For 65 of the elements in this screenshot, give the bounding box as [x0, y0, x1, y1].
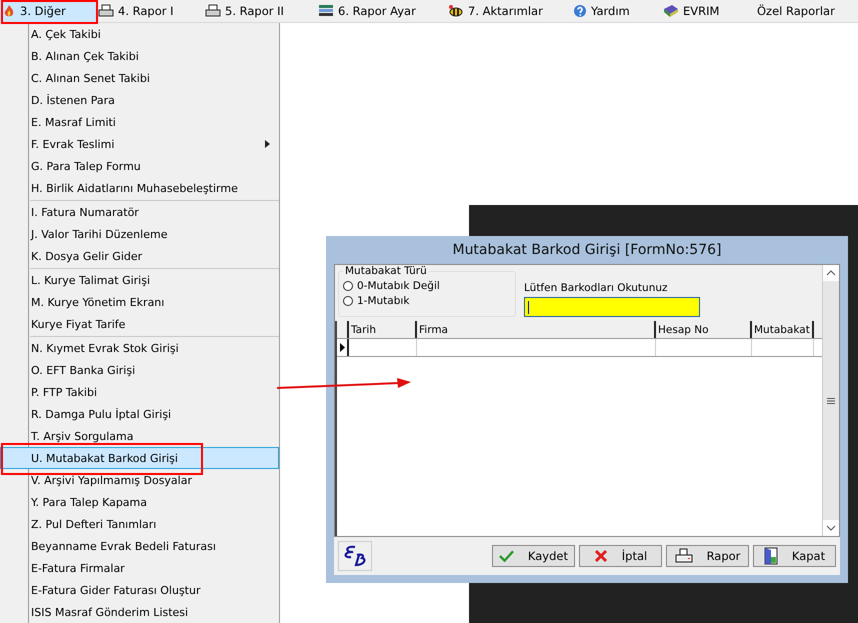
column-header[interactable]: Firma — [417, 321, 656, 338]
dialog-button[interactable]: Kapat — [753, 545, 836, 567]
flame-icon — [2, 4, 16, 18]
menu-item[interactable]: K. Dosya Gelir Gider — [28, 245, 279, 267]
grip-icon — [827, 398, 835, 404]
scrollbar[interactable] — [822, 265, 839, 536]
menu-item[interactable]: E-Fatura Firmalar — [28, 557, 279, 579]
menu-item[interactable]: P. FTP Takibi — [28, 381, 279, 403]
scroll-up-icon[interactable] — [823, 265, 839, 281]
dialog-button[interactable]: İptal — [579, 545, 662, 567]
menu-item[interactable]: EVRIM — [661, 0, 755, 22]
menu-item[interactable]: U. Mutabakat Barkod Girişi — [0, 447, 279, 469]
menu-item[interactable]: H. Birlik Aidatlarını Muhasebeleştirme — [28, 177, 279, 199]
scroll-down-icon[interactable] — [823, 520, 839, 536]
menu-item[interactable]: Y. Para Talep Kapama — [28, 491, 279, 513]
dialog-button[interactable]: Rapor — [666, 545, 749, 567]
checkmark-icon — [499, 550, 514, 562]
bee-icon — [448, 4, 464, 18]
row-pointer-icon — [340, 343, 344, 352]
logo-icon — [338, 541, 372, 571]
menu-item[interactable]: N. Kıymet Evrak Stok Girişi — [28, 337, 279, 359]
radio-button[interactable]: 1-Mutabık — [343, 295, 511, 307]
column-header[interactable]: Mutabakat — [752, 321, 814, 338]
menu-item[interactable]: Kurye Fiyat Tarife — [28, 313, 279, 335]
menu-item[interactable]: Yardım — [571, 0, 661, 22]
door-icon — [764, 547, 778, 565]
menu-item[interactable]: G. Para Talep Formu — [28, 155, 279, 177]
field-label: Lütfen Barkodları Okutunuz — [524, 282, 669, 294]
menu-item[interactable]: 6. Rapor Ayar — [316, 0, 446, 22]
menu-item[interactable]: 5. Rapor II — [203, 0, 316, 22]
menu-item[interactable]: B. Alınan Çek Takibi — [28, 45, 279, 67]
book-icon — [663, 4, 679, 18]
printer-icon — [674, 548, 693, 564]
dialog-button[interactable]: Kaydet — [492, 545, 575, 567]
menu-item[interactable]: M. Kurye Yönetim Ekranı — [28, 291, 279, 313]
group-title: Mutabakat Türü — [343, 265, 429, 277]
menu-item[interactable]: 4. Rapor I — [96, 0, 203, 22]
menu-item[interactable]: T. Arşiv Sorgulama — [28, 425, 279, 447]
column-header[interactable]: Hesap No — [656, 321, 752, 338]
menu-item[interactable]: R. Damga Pulu İptal Girişi — [28, 403, 279, 425]
menu-item[interactable]: ISIS Masraf Gönderim Listesi — [28, 601, 279, 623]
stack-icon — [318, 4, 334, 18]
window-title: Mutabakat Barkod Girişi [FormNo:576] — [451, 241, 722, 260]
menu-item[interactable]: O. EFT Banka Girişi — [28, 359, 279, 381]
menu-item[interactable]: Beyanname Evrak Bedeli Faturası — [28, 535, 279, 557]
barcode-field[interactable] — [524, 297, 700, 317]
menu-item[interactable]: A. Çek Takibi — [28, 23, 279, 45]
menu-item[interactable]: J. Valor Tarihi Düzenleme — [28, 223, 279, 245]
menu-item[interactable]: 7. Aktarımlar — [446, 0, 571, 22]
menu-item[interactable]: V. Arşivi Yapılmamış Dosyalar — [28, 469, 279, 491]
menu-item[interactable]: I. Fatura Numaratör — [28, 201, 279, 223]
menu-item[interactable]: E. Masraf Limiti — [28, 111, 279, 133]
menu-item[interactable]: C. Alınan Senet Takibi — [28, 67, 279, 89]
menu-item[interactable]: Z. Pul Defteri Tanımları — [28, 513, 279, 535]
menu-item[interactable]: D. İstenen Para — [28, 89, 279, 111]
printer-icon — [205, 4, 221, 18]
menu-item[interactable]: F. Evrak Teslimi — [28, 133, 279, 155]
help-icon — [573, 4, 587, 18]
menu-item[interactable]: E-Fatura Gider Faturası Oluştur — [28, 579, 279, 601]
radio-button[interactable]: 0-Mutabık Değil — [343, 280, 511, 292]
column-header[interactable]: Tarih — [349, 321, 417, 338]
printer-icon — [98, 4, 114, 18]
menu-item[interactable]: L. Kurye Talimat Girişi — [28, 269, 279, 291]
close-icon — [594, 549, 608, 563]
menu-item[interactable]: Özel Raporlar — [755, 0, 835, 22]
